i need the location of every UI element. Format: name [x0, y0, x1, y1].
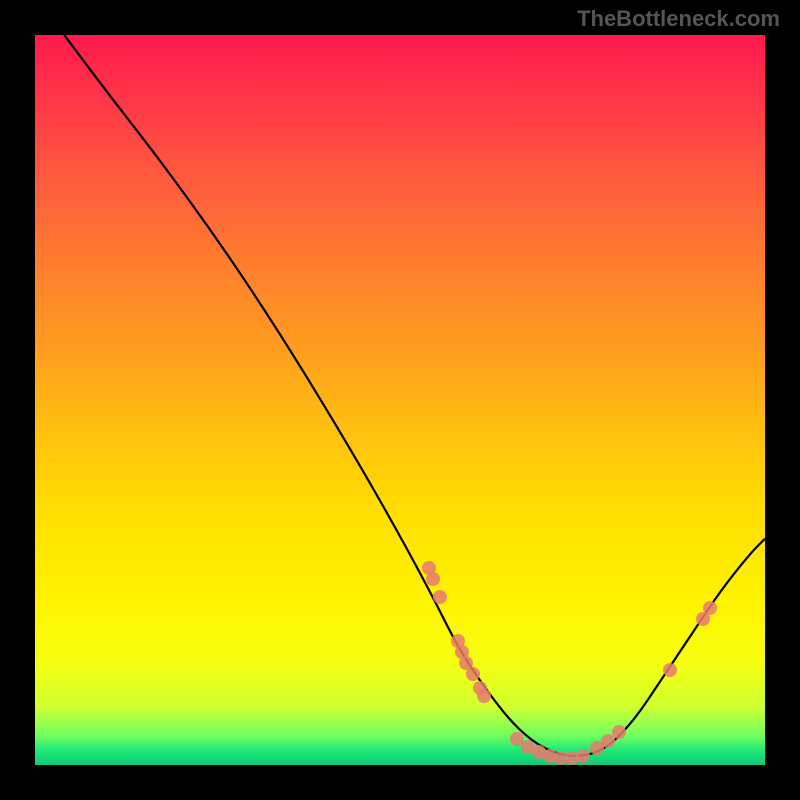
data-marker	[466, 667, 480, 681]
data-marker	[576, 749, 590, 763]
data-marker	[426, 572, 440, 586]
data-marker	[477, 689, 491, 703]
bottleneck-curve	[35, 35, 765, 765]
watermark-text: TheBottleneck.com	[577, 6, 780, 32]
plot-area	[35, 35, 765, 765]
